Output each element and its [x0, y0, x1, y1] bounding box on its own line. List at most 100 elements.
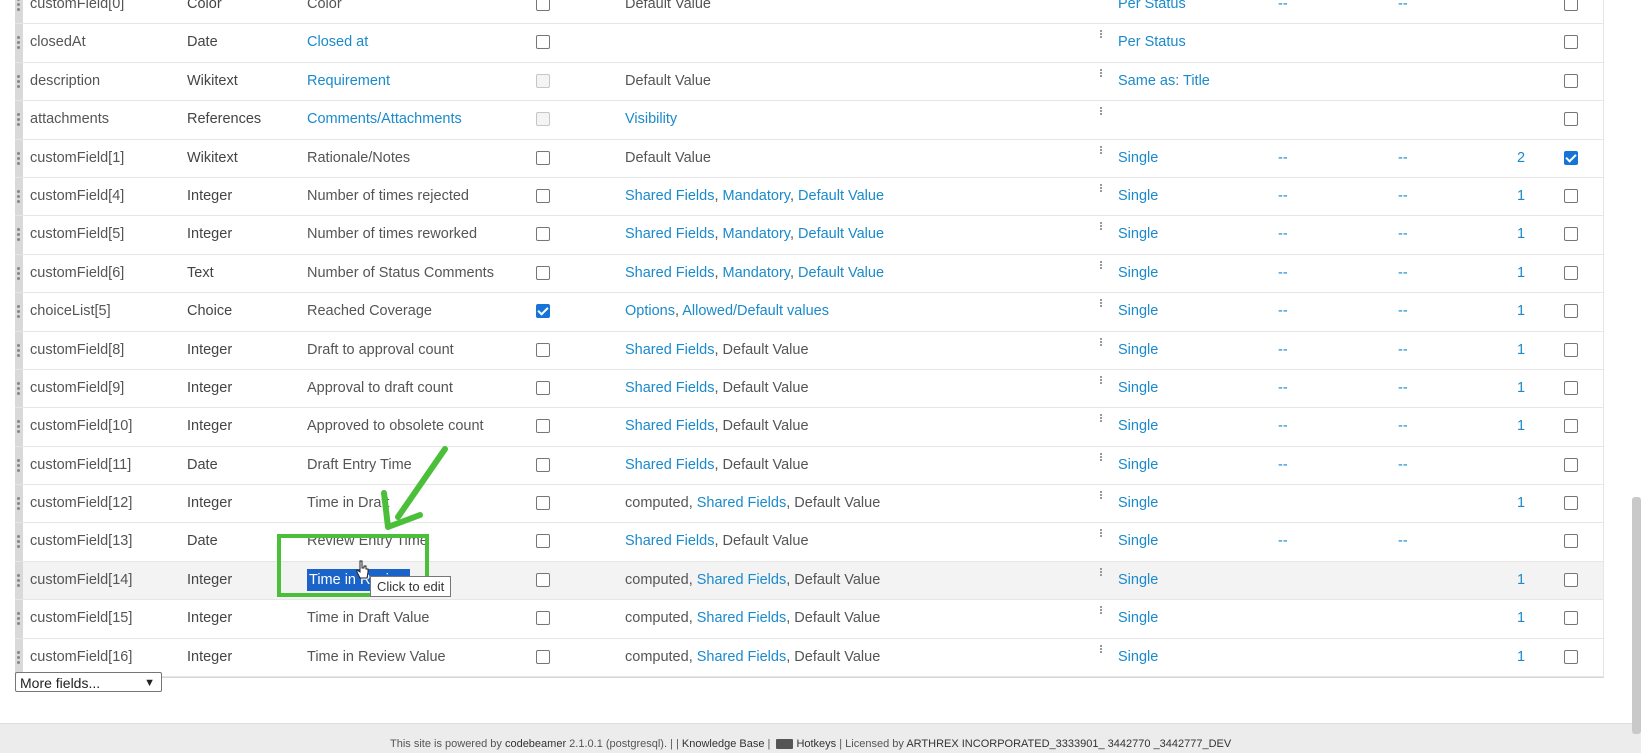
dependency-link[interactable]: --	[1278, 255, 1288, 292]
dependency-link[interactable]: --	[1278, 0, 1288, 23]
option-link[interactable]: Shared Fields	[625, 188, 714, 204]
row-select-checkbox[interactable]	[1564, 73, 1578, 88]
multiplicity-link[interactable]: Single	[1118, 600, 1158, 637]
option-link[interactable]: Shared Fields	[625, 418, 714, 434]
checkbox[interactable]	[1564, 35, 1578, 50]
row-menu-icon[interactable]	[1099, 182, 1103, 196]
column-count-link[interactable]: 1	[1517, 216, 1525, 253]
distribution-link[interactable]: --	[1398, 0, 1408, 23]
required-checkbox[interactable]	[536, 649, 550, 664]
column-count-link[interactable]: 1	[1517, 255, 1525, 292]
field-label[interactable]: Number of times rejected	[307, 178, 469, 215]
distribution-link[interactable]: --	[1398, 178, 1408, 215]
drag-handle-icon[interactable]	[15, 0, 23, 24]
checkbox[interactable]	[536, 304, 550, 319]
field-label[interactable]: Rationale/Notes	[307, 140, 410, 177]
checkbox[interactable]	[536, 649, 550, 664]
checkbox[interactable]	[536, 342, 550, 357]
distribution-link[interactable]: --	[1398, 370, 1408, 407]
table-row[interactable]: customField[1] Wikitext Rationale/Notes Def…	[15, 139, 1603, 178]
table-row[interactable]: attachments References Comments/Attachment…	[15, 101, 1603, 140]
option-link[interactable]: Shared Fields	[697, 610, 786, 626]
row-menu-icon[interactable]	[1099, 451, 1103, 465]
row-select-checkbox[interactable]	[1564, 342, 1578, 357]
drag-handle-icon[interactable]	[15, 523, 23, 561]
checkbox[interactable]	[536, 227, 550, 242]
required-checkbox[interactable]	[536, 188, 550, 203]
required-checkbox[interactable]	[536, 496, 550, 511]
checkbox[interactable]	[1564, 265, 1578, 280]
dependency-link[interactable]: --	[1278, 523, 1288, 560]
required-checkbox[interactable]	[536, 227, 550, 242]
option-link[interactable]: Allowed/Default values	[682, 303, 829, 319]
required-checkbox[interactable]	[536, 419, 550, 434]
dependency-link[interactable]: --	[1278, 447, 1288, 484]
option-link[interactable]: Mandatory	[723, 226, 790, 242]
checkbox[interactable]	[1564, 649, 1578, 664]
checkbox[interactable]	[1564, 380, 1578, 395]
multiplicity-link[interactable]: Single	[1118, 293, 1158, 330]
dependency-link[interactable]: --	[1278, 408, 1288, 445]
row-menu-icon[interactable]	[1099, 374, 1103, 388]
option-link[interactable]: Default Value	[798, 226, 884, 242]
drag-handle-icon[interactable]	[15, 101, 23, 139]
required-checkbox[interactable]	[536, 265, 550, 280]
option-link[interactable]: Shared Fields	[697, 495, 786, 511]
column-count-link[interactable]: 1	[1517, 408, 1525, 445]
drag-handle-icon[interactable]	[15, 139, 23, 177]
row-menu-icon[interactable]	[1099, 643, 1103, 657]
checkbox[interactable]	[536, 496, 550, 511]
option-link[interactable]: Shared Fields	[625, 533, 714, 549]
checkbox[interactable]	[536, 572, 550, 587]
drag-handle-icon[interactable]	[15, 561, 23, 600]
drag-handle-icon[interactable]	[15, 446, 23, 485]
table-row[interactable]: closedAt Date Closed at Per Status	[15, 24, 1603, 63]
field-label[interactable]: Time in Draft Value	[307, 600, 430, 637]
required-checkbox[interactable]	[536, 611, 550, 626]
field-label[interactable]: Comments/Attachments	[307, 101, 462, 138]
checkbox[interactable]	[1564, 188, 1578, 203]
field-label[interactable]: Closed at	[307, 24, 368, 61]
table-row[interactable]: customField[12] Integer Time in Draft compu…	[15, 485, 1603, 524]
multiplicity-link[interactable]: Single	[1118, 140, 1158, 177]
drag-handle-icon[interactable]	[15, 254, 23, 293]
required-checkbox[interactable]	[536, 380, 550, 395]
row-menu-icon[interactable]	[1099, 604, 1103, 618]
table-row[interactable]: customField[6] Text Number of Status Comme…	[15, 254, 1603, 294]
drag-handle-icon[interactable]	[15, 369, 23, 408]
table-row[interactable]: customField[14] Integer Time in Review comp…	[15, 561, 1603, 601]
distribution-link[interactable]: --	[1398, 523, 1408, 560]
field-label[interactable]: Time in Review Value	[307, 639, 446, 676]
option-link[interactable]: Default Value	[798, 265, 884, 281]
row-select-checkbox[interactable]	[1564, 0, 1578, 11]
checkbox[interactable]	[1564, 496, 1578, 511]
distribution-link[interactable]: --	[1398, 216, 1408, 253]
drag-handle-icon[interactable]	[15, 177, 23, 216]
required-checkbox[interactable]	[536, 342, 550, 357]
table-row[interactable]: customField[11] Date Draft Entry Time Share…	[15, 446, 1603, 486]
row-select-checkbox[interactable]	[1564, 227, 1578, 242]
distribution-link[interactable]: --	[1398, 408, 1408, 445]
checkbox[interactable]	[536, 265, 550, 280]
field-label[interactable]: Color	[307, 0, 342, 23]
checkbox[interactable]	[1564, 534, 1578, 549]
distribution-link[interactable]: --	[1398, 140, 1408, 177]
multiplicity-link[interactable]: Single	[1118, 523, 1158, 560]
column-count-link[interactable]: 1	[1517, 562, 1525, 599]
table-row[interactable]: customField[5] Integer Number of times rew…	[15, 216, 1603, 255]
row-menu-icon[interactable]	[1099, 28, 1103, 42]
row-select-checkbox[interactable]	[1564, 457, 1578, 472]
checkbox[interactable]	[1564, 112, 1578, 127]
knowledge-base-link[interactable]: Knowledge Base	[682, 738, 765, 750]
row-select-checkbox[interactable]	[1564, 611, 1578, 626]
column-count-link[interactable]: 1	[1517, 485, 1525, 522]
checkbox[interactable]	[536, 150, 550, 165]
field-label[interactable]: Draft to approval count	[307, 332, 454, 369]
table-row[interactable]: customField[4] Integer Number of times rej…	[15, 177, 1603, 217]
required-checkbox[interactable]	[536, 0, 550, 11]
row-menu-icon[interactable]	[1099, 0, 1103, 4]
row-select-checkbox[interactable]	[1564, 496, 1578, 511]
table-row[interactable]: choiceList[5] Choice Reached Coverage Optio…	[15, 293, 1603, 332]
option-link[interactable]: Visibility	[625, 111, 677, 127]
multiplicity-link[interactable]: Single	[1118, 216, 1158, 253]
